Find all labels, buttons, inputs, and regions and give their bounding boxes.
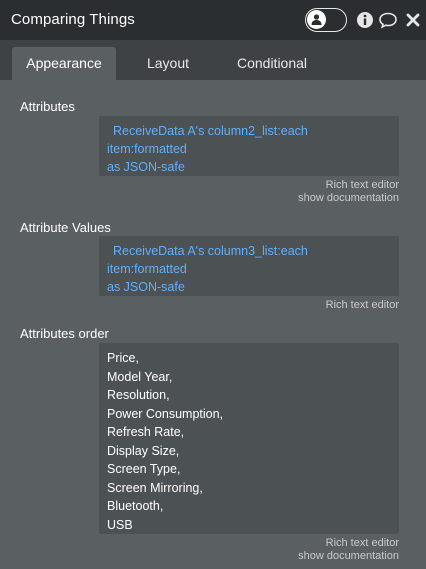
user-visibility-toggle[interactable] — [305, 8, 347, 32]
panel-title: Comparing Things — [11, 11, 135, 28]
property-editor-panel: Comparing Things Appearance Layout Condi… — [0, 0, 426, 569]
attributes-order-item: Screen Mirroring, — [107, 480, 203, 495]
attribute-values-rich-text-editor-link[interactable]: Rich text editor — [326, 299, 399, 311]
attributes-order-field[interactable]: Price, Model Year, Resolution, Power Con… — [99, 343, 399, 534]
attributes-label: Attributes — [20, 99, 75, 114]
attributes-order-item: Screen Type, — [107, 462, 181, 476]
attributes-expression-line1: ReceiveData A's column2_list:each item:f… — [107, 124, 308, 156]
user-icon — [311, 14, 322, 25]
attribute-values-expression-line2: as JSON-safe — [107, 280, 185, 294]
attributes-order-show-documentation-link[interactable]: show documentation — [298, 550, 399, 562]
attributes-order-rich-text-editor-link[interactable]: Rich text editor — [326, 537, 399, 549]
attributes-order-item: Resolution, — [107, 388, 170, 402]
info-icon[interactable] — [355, 10, 375, 30]
toggle-knob — [307, 10, 326, 29]
attribute-values-expression-line1: ReceiveData A's column3_list:each item:f… — [107, 244, 308, 276]
attributes-expression-field[interactable]: ReceiveData A's column2_list:each item:f… — [99, 116, 399, 176]
tab-conditional[interactable]: Conditional — [220, 47, 324, 80]
attributes-order-item: Bluetooth, — [107, 499, 164, 513]
panel-header: Comparing Things — [0, 0, 426, 40]
attributes-show-documentation-link[interactable]: show documentation — [298, 192, 399, 204]
comment-icon[interactable] — [378, 10, 398, 30]
attributes-order-item: Display Size, — [107, 443, 180, 458]
tab-bar: Appearance Layout Conditional — [0, 40, 426, 80]
tab-layout[interactable]: Layout — [124, 47, 212, 80]
attributes-order-item: Price, — [107, 351, 139, 365]
attributes-order-item: Refresh Rate, — [107, 425, 185, 439]
tab-appearance[interactable]: Appearance — [12, 47, 116, 80]
close-icon[interactable] — [403, 10, 423, 30]
attribute-values-expression-field[interactable]: ReceiveData A's column3_list:each item:f… — [99, 236, 399, 296]
attribute-values-label: Attribute Values — [20, 220, 111, 235]
attributes-rich-text-editor-link[interactable]: Rich text editor — [326, 179, 399, 191]
attributes-order-item: Model Year, — [107, 369, 173, 384]
attributes-order-item: Power Consumption, — [107, 406, 224, 421]
attributes-expression-line2: as JSON-safe — [107, 160, 185, 174]
attributes-order-item: USB — [107, 517, 133, 532]
attributes-order-label: Attributes order — [20, 326, 109, 341]
